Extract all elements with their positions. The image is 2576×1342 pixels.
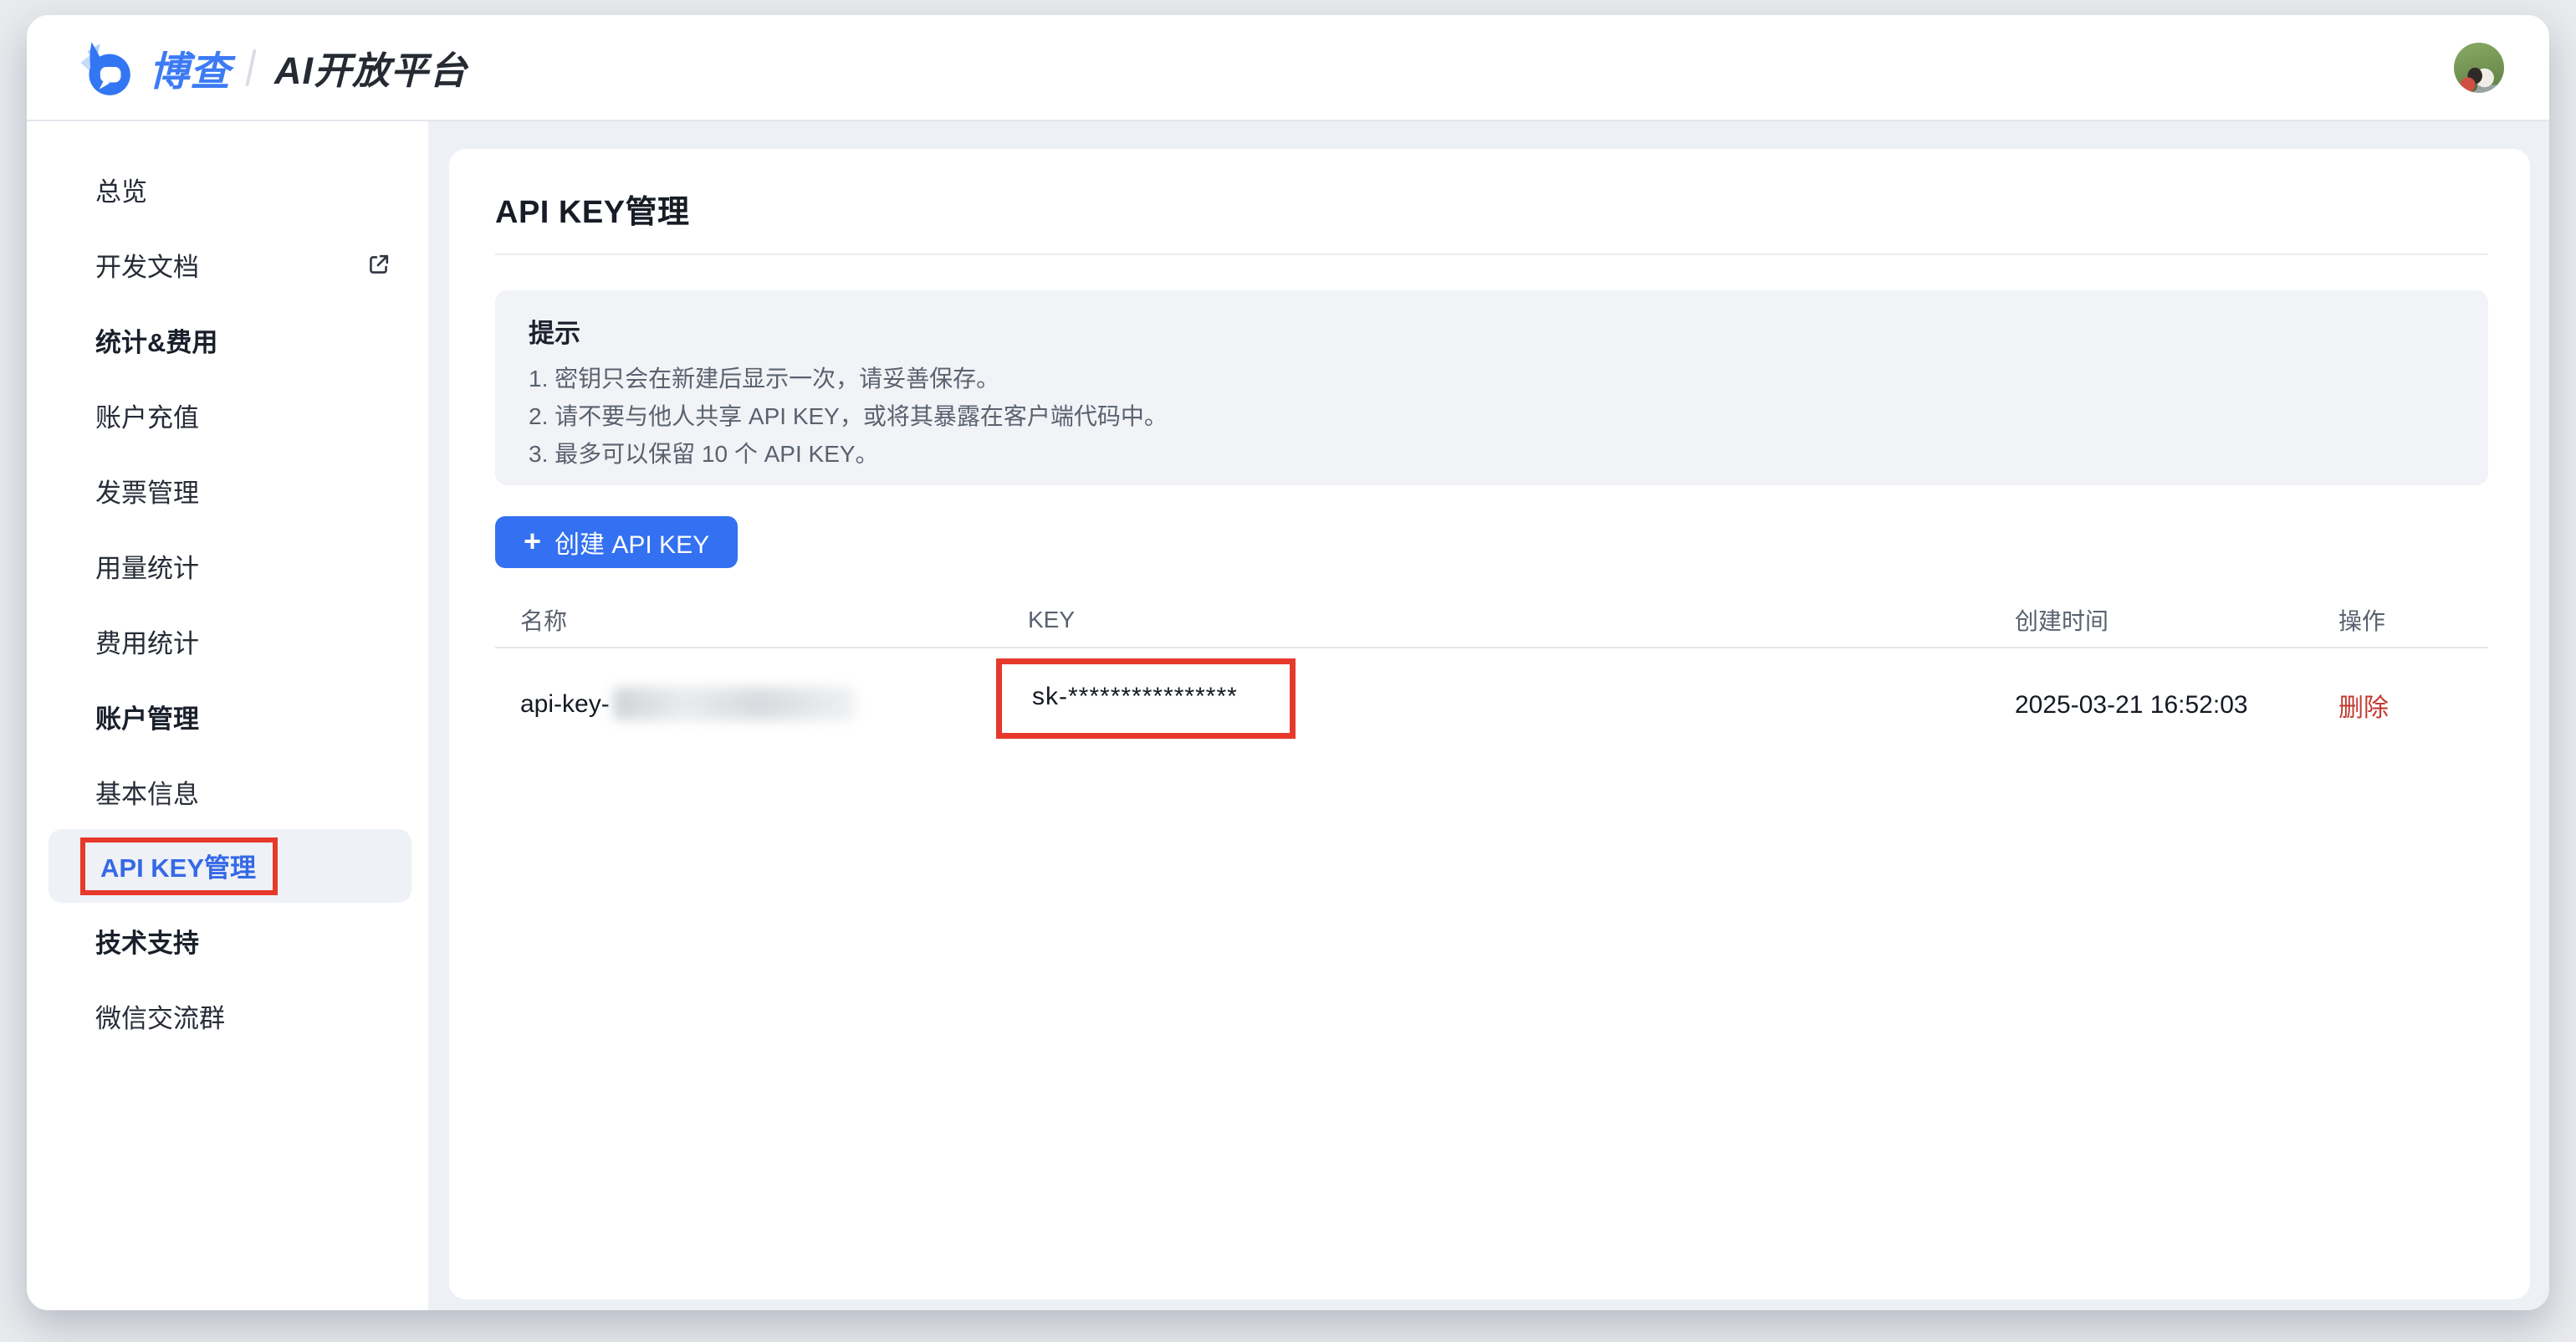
plus-icon: + <box>524 526 541 556</box>
sidebar-item-basic-info[interactable]: 基本信息 <box>27 754 428 829</box>
masked-api-key: sk-**************** <box>1032 683 1238 710</box>
cell-name: api-key- <box>495 690 1003 720</box>
tips-item: 3. 最多可以保留 10 个 API KEY。 <box>529 435 2455 473</box>
sidebar-item-overview[interactable]: 总览 <box>27 151 428 227</box>
create-api-key-label: 创建 API KEY <box>555 524 709 561</box>
api-key-table: 名称 KEY 创建时间 操作 api-key- sk-*************… <box>495 593 2488 762</box>
sidebar-item-label: 用量统计 <box>95 547 199 585</box>
sidebar-item-label: 费用统计 <box>95 622 199 660</box>
sidebar-item-label: 开发文档 <box>95 246 199 284</box>
tips-item: 1. 密钥只会在新建后显示一次，请妥善保存。 <box>529 360 2455 397</box>
brand-divider <box>245 49 256 86</box>
sidebar-item-label: 基本信息 <box>95 773 199 811</box>
sidebar-item-dev-docs[interactable]: 开发文档 <box>27 227 428 302</box>
sidebar-section-label: 技术支持 <box>95 922 199 960</box>
cell-action: 删除 <box>2313 687 2488 724</box>
tips-title: 提示 <box>529 312 2455 350</box>
delete-link[interactable]: 删除 <box>2338 694 2389 722</box>
column-header-key: KEY <box>1003 607 1990 633</box>
external-link-icon <box>365 252 391 278</box>
sidebar-item-wechat-group[interactable]: 微信交流群 <box>27 978 428 1053</box>
tips-box: 提示 1. 密钥只会在新建后显示一次，请妥善保存。 2. 请不要与他人共享 AP… <box>495 290 2488 485</box>
page-title: API KEY管理 <box>495 186 2488 232</box>
sidebar-item-cost-stats[interactable]: 费用统计 <box>27 603 428 679</box>
sidebar-item-invoice-management[interactable]: 发票管理 <box>27 453 428 528</box>
table-row: api-key- sk-**************** 2025-03-21 … <box>495 648 2488 762</box>
sidebar-section-tech-support[interactable]: 技术支持 <box>27 903 428 978</box>
sidebar-section-label: 统计&费用 <box>95 321 217 359</box>
annotation-box-key: sk-**************** <box>996 658 1296 739</box>
top-bar: 博查 AI开放平台 <box>27 15 2549 121</box>
cell-created-at: 2025-03-21 16:52:03 <box>1990 691 2313 720</box>
sidebar: 总览 开发文档 统计&费用 账户充值 发票管理 用量统计 <box>27 121 428 1310</box>
sidebar-item-label: 发票管理 <box>95 472 199 510</box>
app-window: 博查 AI开放平台 总览 开发文档 统计&费用 账户充值 <box>27 15 2549 1310</box>
content-area: API KEY管理 提示 1. 密钥只会在新建后显示一次，请妥善保存。 2. 请… <box>428 121 2549 1310</box>
sidebar-item-label: 总览 <box>95 171 147 208</box>
column-header-name: 名称 <box>495 603 1003 637</box>
cell-key: sk-**************** <box>1003 672 1990 739</box>
app-body: 总览 开发文档 统计&费用 账户充值 发票管理 用量统计 <box>27 121 2549 1310</box>
brand-platform-title: AI开放平台 <box>274 40 468 95</box>
brand: 博查 AI开放平台 <box>74 36 468 100</box>
main-card: API KEY管理 提示 1. 密钥只会在新建后显示一次，请妥善保存。 2. 请… <box>449 149 2530 1299</box>
bocha-logo-icon <box>74 36 137 100</box>
annotation-box-sidebar: API KEY管理 <box>80 837 278 895</box>
sidebar-section-stats-fees[interactable]: 统计&费用 <box>27 302 428 377</box>
column-header-action: 操作 <box>2313 603 2488 637</box>
sidebar-item-account-recharge[interactable]: 账户充值 <box>27 377 428 453</box>
brand-name: 博查 <box>149 38 231 97</box>
sidebar-item-api-key-management[interactable]: API KEY管理 <box>49 829 411 903</box>
create-api-key-button[interactable]: + 创建 API KEY <box>495 516 738 568</box>
sidebar-item-label: 账户充值 <box>95 397 199 434</box>
tips-item: 2. 请不要与他人共享 API KEY，或将其暴露在客户端代码中。 <box>529 397 2455 435</box>
user-avatar[interactable] <box>2454 43 2504 93</box>
sidebar-item-label: 微信交流群 <box>95 997 225 1035</box>
column-header-created-at: 创建时间 <box>1990 603 2313 637</box>
api-key-name-prefix: api-key- <box>520 690 610 718</box>
redacted-name-blur <box>613 687 856 720</box>
sidebar-item-usage-stats[interactable]: 用量统计 <box>27 528 428 603</box>
title-divider <box>495 254 2488 255</box>
sidebar-section-label: 账户管理 <box>95 698 199 735</box>
table-header-row: 名称 KEY 创建时间 操作 <box>495 593 2488 647</box>
sidebar-section-account-management[interactable]: 账户管理 <box>27 679 428 754</box>
